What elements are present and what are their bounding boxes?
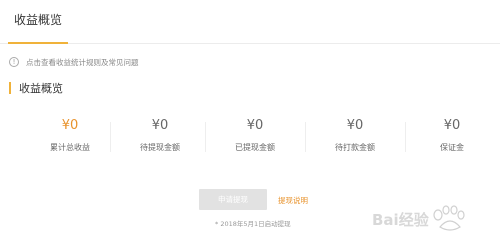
stat-label: 待打款金额 xyxy=(335,143,375,152)
stat-value: ¥0 xyxy=(246,118,264,133)
stat-label: 累计总收益 xyxy=(50,143,90,152)
stat-label: 待提现金额 xyxy=(140,143,180,152)
section-header: 收益概览 xyxy=(9,80,63,96)
active-tab-indicator xyxy=(8,42,68,44)
apply-withdrawal-button[interactable]: 申请提现 xyxy=(199,189,267,210)
notice-text[interactable]: 点击查看收益统计规则及常见问题 xyxy=(26,57,139,68)
earnings-overview-page: 收益概览 ! 点击查看收益统计规则及常见问题 收益概览 ¥0 累计总收益 ¥0 … xyxy=(0,0,500,245)
stat-label: 保证金 xyxy=(440,143,464,152)
stat-label: 已提现金额 xyxy=(235,143,275,152)
section-title: 收益概览 xyxy=(19,82,63,95)
stat-value: ¥0 xyxy=(61,118,79,133)
baidu-jingyan-watermark: Bai经验 xyxy=(372,205,465,231)
top-tab-bar: 收益概览 xyxy=(0,0,500,44)
stat-value: ¥0 xyxy=(151,118,169,133)
stat-pending-payment: ¥0 待打款金额 xyxy=(305,116,405,162)
stat-withdrawn: ¥0 已提现金额 xyxy=(205,116,305,162)
notice-link[interactable]: ! 点击查看收益统计规则及常见问题 xyxy=(9,55,139,69)
watermark-text: Bai经验 xyxy=(372,211,430,229)
stat-pending-withdrawal: ¥0 待提现金额 xyxy=(110,116,210,162)
stat-total-earnings: ¥0 累计总收益 xyxy=(20,116,120,162)
withdrawal-start-note: * 2018年5月1日启动提现 xyxy=(215,220,291,228)
section-accent-bar xyxy=(9,82,11,94)
tab-earnings-overview[interactable]: 收益概览 xyxy=(14,11,62,28)
stat-value: ¥0 xyxy=(346,118,364,133)
info-icon: ! xyxy=(9,57,19,67)
withdrawal-rules-link[interactable]: 提现说明 xyxy=(278,195,308,206)
stat-deposit: ¥0 保证金 xyxy=(402,116,500,162)
stat-value: ¥0 xyxy=(443,118,461,133)
earnings-stats: ¥0 累计总收益 ¥0 待提现金额 ¥0 已提现金额 ¥0 待打款金额 ¥0 保… xyxy=(0,116,500,162)
